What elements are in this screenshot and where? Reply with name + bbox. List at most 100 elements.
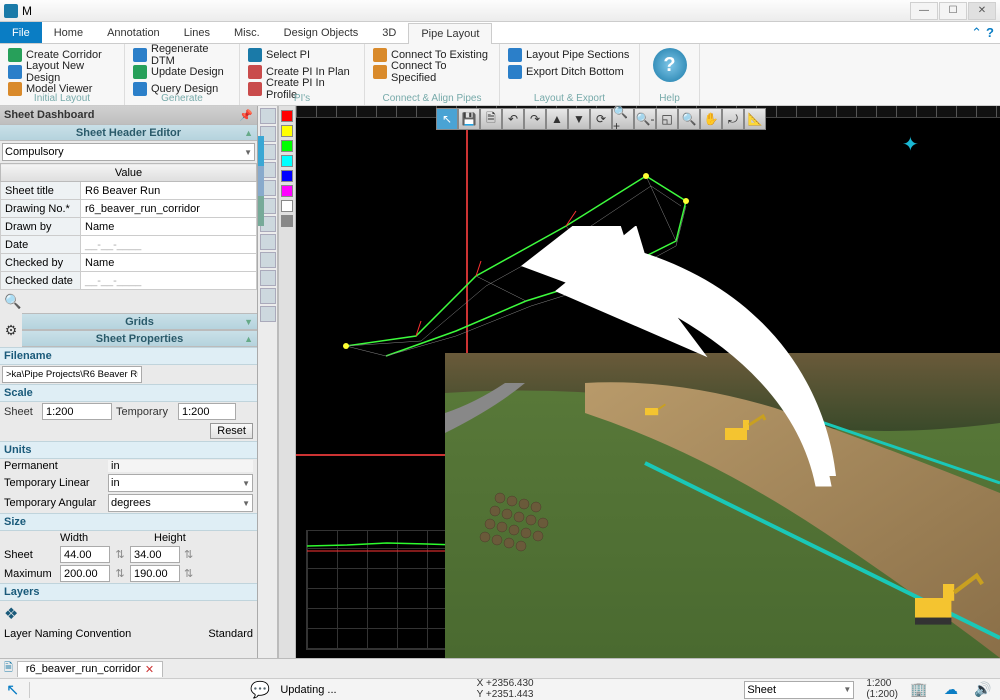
menu-misc[interactable]: Misc. [222,22,272,43]
scale-temp-input[interactable] [178,403,236,420]
ribbon-caption-layout-export: Layout & Export [500,93,639,104]
vtool-12[interactable] [260,306,276,322]
grids-heading[interactable]: Grids▼ [22,313,257,330]
vtool-1[interactable] [260,108,276,124]
vtool-9[interactable] [260,252,276,268]
title-bar: M — ☐ ✕ [0,0,1000,22]
side-color-tabs[interactable] [258,136,264,226]
swatch-blue[interactable] [281,170,293,182]
row-drawing-no-label: Drawing No.* [1,200,81,218]
layout-pipe-sections-button[interactable]: Layout Pipe Sections [506,46,633,63]
maximize-button[interactable]: ☐ [939,2,967,20]
menu-3d[interactable]: 3D [370,22,408,43]
size-max-label: Maximum [4,568,56,580]
layout-new-design-button[interactable]: Layout New Design [6,63,118,80]
zoom-extents-icon[interactable]: ◱ [656,108,678,130]
chat-icon[interactable]: 💬 [250,680,270,700]
sheet-selector[interactable]: Sheet▼ [744,681,854,699]
orbit-icon[interactable]: ⤾ [722,108,744,130]
swatch-red[interactable] [281,110,293,122]
up-icon[interactable]: ▲ [546,108,568,130]
compulsory-dropdown[interactable]: Compulsory▼ [2,143,255,161]
size-height-label: Height [154,532,186,544]
status-cloud-icon[interactable]: ☁ [940,680,962,700]
filename-input[interactable] [2,366,142,383]
ribbon-collapse-icon[interactable]: ⌃ [971,25,982,41]
help-button[interactable]: ? [653,48,687,82]
update-design-button[interactable]: Update Design [131,63,233,80]
connect-specified-button[interactable]: Connect To Specified [371,63,493,80]
row-drawing-no-value[interactable]: r6_beaver_run_corridor [81,200,257,218]
pin-icon[interactable]: 📌 [239,109,253,122]
units-tlin-dropdown[interactable]: in▼ [108,474,253,492]
zoom-window-icon[interactable]: 🔍 [678,108,700,130]
zoom-out-icon[interactable]: 🔍- [634,108,656,130]
units-perm-value: in [108,460,253,472]
export-ditch-bottom-button[interactable]: Export Ditch Bottom [506,63,633,80]
gear-icon[interactable]: ⚙ [5,322,18,339]
select-tool-icon[interactable]: ↖ [436,108,458,130]
menu-lines[interactable]: Lines [172,22,222,43]
menu-annotation[interactable]: Annotation [95,22,172,43]
scale-sheet-input[interactable] [42,403,112,420]
menu-home[interactable]: Home [42,22,95,43]
swatch-gray[interactable] [281,215,293,227]
size-max-w[interactable] [60,565,110,582]
swatch-yellow[interactable] [281,125,293,137]
minimize-button[interactable]: — [910,2,938,20]
sheet-properties-heading[interactable]: Sheet Properties▲ [22,330,257,347]
units-tlin-label: Temporary Linear [4,477,104,489]
save-icon[interactable]: 💾 [458,108,480,130]
layer-convention-label: Layer Naming Convention [4,628,204,640]
layer-convention-value: Standard [208,628,253,640]
menu-file[interactable]: File [0,22,42,43]
search-icon[interactable]: 🔍 [4,293,21,310]
menu-design-objects[interactable]: Design Objects [272,22,371,43]
zoom-in-icon[interactable]: 🔍+ [612,108,634,130]
units-tang-dropdown[interactable]: degrees▼ [108,494,253,512]
regenerate-dtm-button[interactable]: Regenerate DTM [131,46,233,63]
row-sheet-title-label: Sheet title [1,182,81,200]
row-date-value[interactable]: __-__-____ [81,236,257,254]
open-icon[interactable]: 🗎 [480,108,502,130]
row-checked-by-value[interactable]: Name [81,254,257,272]
size-sheet-h[interactable] [130,546,180,563]
help-icon[interactable]: ? [986,25,994,40]
undo-icon[interactable]: ↶ [502,108,524,130]
vtool-11[interactable] [260,288,276,304]
size-sheet-w[interactable] [60,546,110,563]
status-sound-icon[interactable]: 🔊 [972,680,994,700]
refresh-icon[interactable]: ⟳ [590,108,612,130]
vtool-8[interactable] [260,234,276,250]
row-sheet-title-value[interactable]: R6 Beaver Run [81,182,257,200]
vtool-10[interactable] [260,270,276,286]
size-width-label: Width [60,532,150,544]
ribbon-caption-generate: Generate [125,93,239,104]
row-checked-date-value[interactable]: __-__-____ [81,272,257,290]
down-icon[interactable]: ▼ [568,108,590,130]
menu-pipe-layout[interactable]: Pipe Layout [408,23,492,44]
reset-button[interactable]: Reset [210,423,253,439]
swatch-white[interactable] [281,200,293,212]
document-tab-strip: 🗎 r6_beaver_run_corridor ✕ [0,658,1000,678]
scale-sheet-label: Sheet [4,406,38,418]
close-button[interactable]: ✕ [968,2,996,20]
drawing-canvas[interactable]: ↖ 💾 🗎 ↶ ↷ ▲ ▼ ⟳ 🔍+ 🔍- ◱ 🔍 ✋ ⤾ 📐 [296,106,1000,658]
row-checked-by-label: Checked by [1,254,81,272]
redo-icon[interactable]: ↷ [524,108,546,130]
measure-icon[interactable]: 📐 [744,108,766,130]
document-tab[interactable]: r6_beaver_run_corridor ✕ [17,661,163,677]
swatch-cyan[interactable] [281,155,293,167]
sheet-header-editor-heading[interactable]: Sheet Header Editor▲ [0,124,257,141]
status-building-icon[interactable]: 🏢 [908,680,930,700]
layers-icon[interactable]: ❖ [4,604,18,624]
pan-icon[interactable]: ✋ [700,108,722,130]
dock-title: Sheet Dashboard 📌 [0,106,257,124]
document-tab-close-icon[interactable]: ✕ [145,663,154,676]
size-max-h[interactable] [130,565,180,582]
app-icon [4,4,18,18]
swatch-magenta[interactable] [281,185,293,197]
select-pi-button[interactable]: Select PI [246,46,358,63]
swatch-green[interactable] [281,140,293,152]
row-drawn-by-value[interactable]: Name [81,218,257,236]
